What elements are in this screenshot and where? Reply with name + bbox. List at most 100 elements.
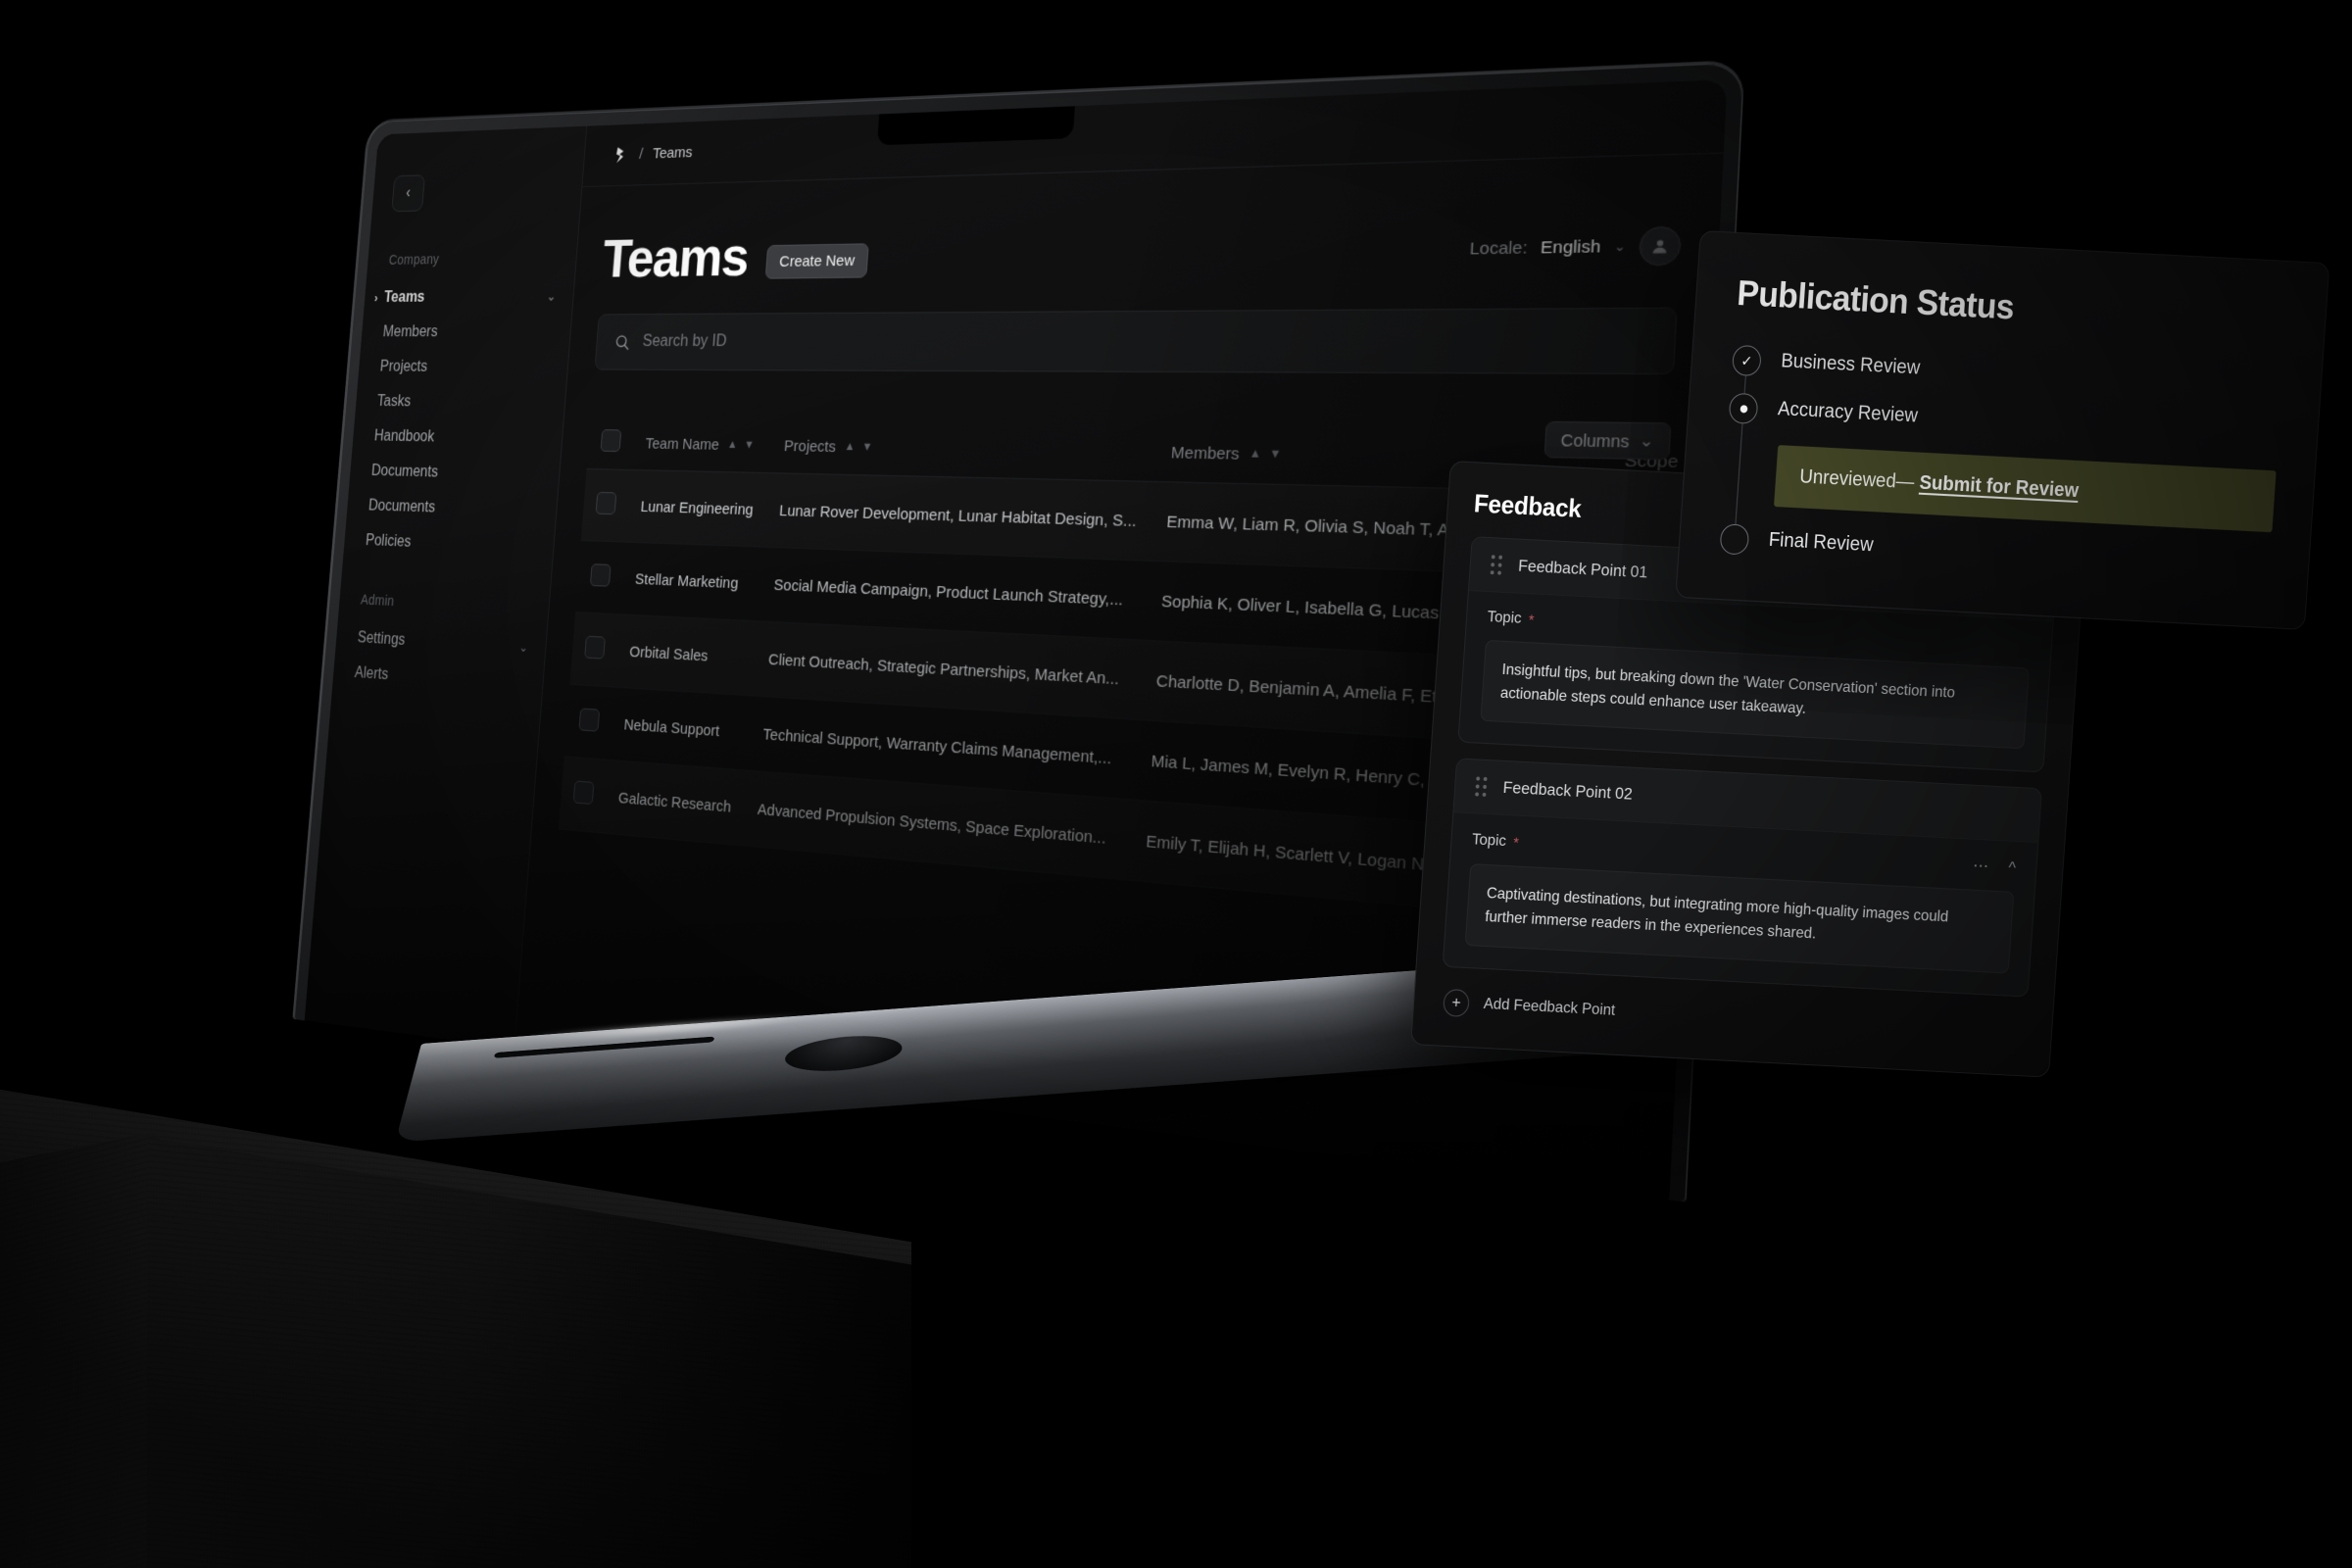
row-select-cell: [564, 684, 614, 760]
sidebar-item-policies[interactable]: Policies: [343, 522, 555, 565]
row-checkbox[interactable]: [595, 491, 617, 515]
chevron-up-icon[interactable]: ▲: [1249, 447, 1261, 461]
create-new-button[interactable]: Create New: [764, 243, 870, 279]
required-marker: *: [1512, 834, 1520, 852]
sidebar-item-documents-2[interactable]: Documents: [346, 488, 558, 530]
row-select-cell: [558, 756, 610, 834]
select-all-checkbox[interactable]: [600, 429, 622, 453]
row-checkbox[interactable]: [584, 635, 606, 660]
publication-status-title: Publication Status: [1736, 272, 2016, 327]
projects-value: Client Outreach, Strategic Partnerships,…: [767, 650, 1120, 689]
chevron-up-icon[interactable]: ^: [2008, 858, 2017, 878]
sidebar-item-label: Projects: [379, 358, 428, 375]
drag-handle-icon[interactable]: [1490, 555, 1503, 575]
sort-controls[interactable]: ▲ ▼: [844, 440, 872, 453]
more-horizontal-icon[interactable]: ⋯: [1972, 857, 1989, 877]
app-logo-icon[interactable]: [611, 144, 631, 166]
cell-team-name: Galactic Research: [603, 760, 748, 846]
cell-team-name: Lunar Engineering: [625, 469, 769, 548]
topic-label: Topic: [1487, 609, 1523, 627]
chevron-down-icon[interactable]: ▼: [744, 439, 755, 452]
publication-status-steps: ✓ Business Review Accuracy Review Unrevi…: [1719, 344, 2282, 582]
sidebar-item-label: Handbook: [373, 427, 435, 446]
sort-controls[interactable]: ▲ ▼: [727, 438, 755, 451]
drag-handle-icon[interactable]: [1475, 776, 1488, 798]
user-avatar-icon: [1652, 239, 1667, 254]
projects-value: Advanced Propulsion Systems, Space Explo…: [757, 800, 1107, 848]
avatar[interactable]: [1638, 225, 1683, 267]
breadcrumb-current[interactable]: Teams: [652, 144, 693, 163]
row-checkbox[interactable]: [578, 708, 601, 732]
feedback-point-title: Feedback Point 02: [1502, 778, 1634, 804]
column-header-label: Team Name: [645, 434, 720, 454]
current-step-dot-icon: [1728, 392, 1759, 425]
feedback-point-text[interactable]: Captivating destinations, but integratin…: [1464, 863, 2015, 974]
row-checkbox[interactable]: [572, 780, 595, 806]
sidebar-item-label: Members: [382, 323, 439, 341]
breadcrumb-separator: /: [638, 145, 644, 164]
status-step-gap: [1731, 375, 2281, 421]
chevron-left-icon: ‹: [405, 184, 412, 202]
search-input[interactable]: Search by ID: [594, 307, 1678, 375]
column-header-label: Projects: [783, 436, 837, 456]
sidebar-item-tasks[interactable]: Tasks: [355, 384, 566, 421]
plinth-shading: [147, 1137, 911, 1568]
sidebar-item-label: Settings: [357, 629, 406, 649]
chevron-down-icon[interactable]: ▼: [1269, 448, 1282, 462]
columns-button-label: Columns: [1560, 430, 1630, 451]
sidebar-item-teams[interactable]: › Teams ⌄: [364, 278, 574, 316]
team-name-value: Orbital Sales: [628, 642, 710, 665]
sidebar-collapse-button[interactable]: ‹: [391, 174, 425, 213]
projects-value: Social Media Campaign, Product Launch St…: [773, 575, 1124, 610]
row-select-cell: [575, 540, 626, 614]
column-header-label: Members: [1170, 443, 1241, 464]
plinth-left-face: [0, 1132, 157, 1568]
scene-root: ‹ Company › Teams ⌄ Members Projects Tas…: [0, 0, 2352, 1568]
team-name-value: Stellar Marketing: [634, 569, 740, 593]
search-icon: [613, 332, 632, 352]
feedback-point-text[interactable]: Insightful tips, but breaking down the '…: [1480, 639, 2030, 750]
sidebar-item-documents-1[interactable]: Documents: [349, 454, 561, 494]
columns-button[interactable]: Columns ⌄: [1544, 420, 1672, 461]
chevron-down-icon[interactable]: ⌄: [1614, 239, 1627, 255]
sidebar-item-label: Alerts: [354, 664, 389, 684]
plinth-front-face: [147, 1137, 911, 1568]
sort-controls[interactable]: ▲ ▼: [1249, 447, 1282, 461]
unreviewed-text: Unreviewed—: [1798, 466, 1916, 494]
sidebar-item-label: Tasks: [376, 393, 412, 411]
topic-label: Topic: [1471, 831, 1507, 851]
row-select-cell: [580, 468, 631, 543]
chevron-right-icon: ›: [373, 291, 378, 306]
search-placeholder: Search by ID: [642, 332, 728, 351]
chevron-up-icon[interactable]: ▲: [844, 440, 856, 453]
column-header-team-name[interactable]: Team Name ▲ ▼: [630, 416, 773, 473]
cell-team-name: Orbital Sales: [613, 613, 759, 696]
sidebar-item-members[interactable]: Members: [361, 315, 571, 351]
feedback-point-body: Topic * ⋯ ^ Captivating destinations, bu…: [1444, 813, 2038, 997]
check-icon: ✓: [1731, 344, 1762, 377]
status-step-label: Final Review: [1768, 528, 1875, 557]
row-select-cell: [569, 612, 620, 688]
team-name-value: Lunar Engineering: [640, 497, 755, 518]
column-header-projects[interactable]: Projects ▲ ▼: [768, 417, 1158, 482]
chevron-down-icon: ⌄: [1639, 430, 1655, 451]
projects-value: Lunar Rover Development, Lunar Habitat D…: [778, 501, 1138, 530]
select-all-header: [586, 416, 635, 470]
row-checkbox[interactable]: [589, 564, 612, 587]
feedback-point-card[interactable]: Feedback Point 02 Topic * ⋯ ^ Captivatin…: [1442, 758, 2043, 998]
chevron-up-icon[interactable]: ▲: [727, 438, 738, 451]
sidebar-item-projects[interactable]: Projects: [358, 350, 568, 386]
submit-for-review-link[interactable]: Submit for Review: [1919, 472, 2080, 502]
cell-team-name: Stellar Marketing: [619, 542, 764, 621]
chevron-down-icon[interactable]: ▼: [861, 441, 873, 454]
feedback-point-body: Topic * Insightful tips, but breaking do…: [1458, 591, 2052, 772]
locale-value[interactable]: English: [1541, 237, 1601, 258]
sidebar-item-label: Documents: [368, 497, 436, 516]
sidebar-item-label: Teams: [383, 288, 425, 306]
sidebar-item-label: Documents: [370, 463, 439, 481]
status-step-final-review[interactable]: Final Review: [1719, 523, 2271, 582]
cell-team-name: Nebula Support: [609, 687, 753, 771]
sidebar-item-handbook[interactable]: Handbook: [352, 418, 564, 458]
base-foot: [780, 1032, 906, 1075]
plus-icon: +: [1442, 988, 1470, 1017]
